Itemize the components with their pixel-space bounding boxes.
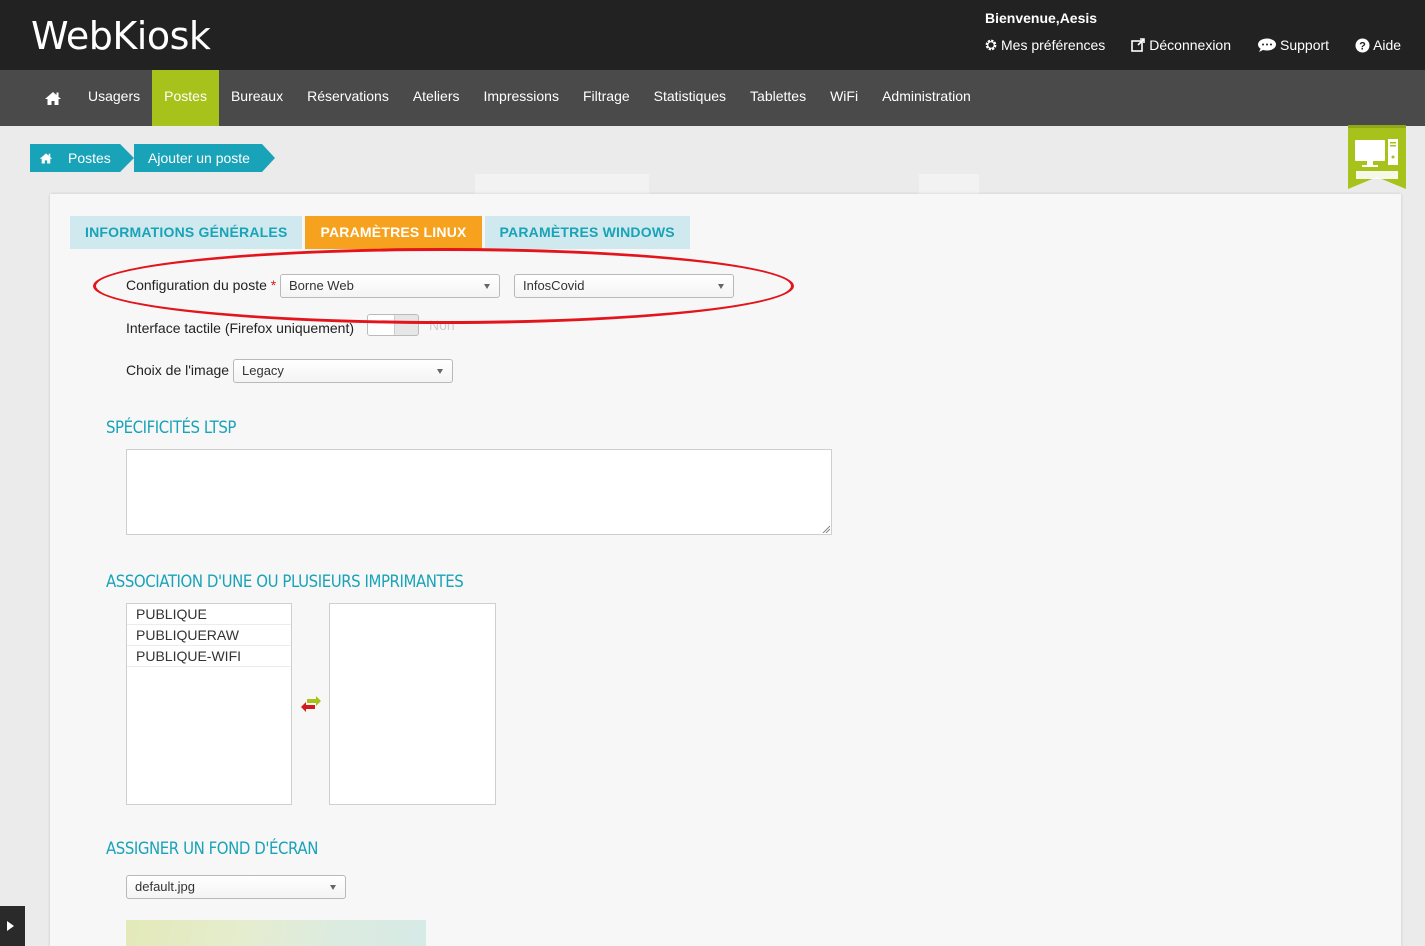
- section-ltsp: Spécificités LTSP: [106, 418, 237, 438]
- chevron-down-icon: [437, 369, 443, 374]
- support-link[interactable]: Support: [1257, 37, 1329, 53]
- nav-item-statistiques[interactable]: Statistiques: [642, 70, 738, 126]
- required-marker: *: [270, 277, 277, 293]
- chevron-down-icon: [330, 885, 336, 890]
- list-item[interactable]: PUBLIQUE-WIFI: [127, 646, 291, 667]
- tab-general[interactable]: INFORMATIONS GÉNÉRALES: [70, 216, 303, 249]
- breadcrumb: Postes Ajouter un poste: [30, 144, 275, 172]
- nav-item-bureaux[interactable]: Bureaux: [219, 70, 295, 126]
- support-label: Support: [1280, 37, 1330, 53]
- nav-item-impressions[interactable]: Impressions: [472, 70, 571, 126]
- breadcrumb-current: Ajouter un poste: [120, 144, 275, 172]
- nav-item-tablettes[interactable]: Tablettes: [738, 70, 818, 126]
- config-label: Configuration du poste *: [126, 277, 276, 293]
- gear-icon: [985, 39, 997, 51]
- nav-item-reservations[interactable]: Réservations: [295, 70, 401, 126]
- svg-text:?: ?: [1359, 40, 1366, 52]
- config-select-2-value: InfosCovid: [523, 278, 585, 293]
- config-select-1-value: Borne Web: [289, 278, 354, 293]
- nav-items: Usagers Postes Bureaux Réservations Atel…: [76, 70, 983, 126]
- help-label: Aide: [1373, 37, 1402, 53]
- chevron-down-icon: [718, 284, 724, 289]
- list-item[interactable]: PUBLIQUE: [127, 604, 291, 625]
- logout-label: Déconnexion: [1149, 37, 1232, 53]
- external-link-icon: [1131, 38, 1146, 52]
- swap-arrows-icon[interactable]: [301, 696, 321, 712]
- section-printers: Association d'une ou plusieurs imprimant…: [106, 572, 464, 592]
- nav-item-filtrage[interactable]: Filtrage: [571, 70, 642, 126]
- image-select-value: Legacy: [242, 363, 284, 378]
- available-printers-list[interactable]: PUBLIQUE PUBLIQUERAW PUBLIQUE-WIFI: [126, 603, 292, 805]
- nav-item-usagers[interactable]: Usagers: [76, 70, 152, 126]
- image-label: Choix de l'image: [126, 362, 230, 378]
- section-wallpaper: Assigner un fond d'écran: [106, 839, 318, 859]
- tab-bar: INFORMATIONS GÉNÉRALES PARAMÈTRES LINUX …: [70, 216, 690, 249]
- computer-ribbon-icon: [1348, 125, 1406, 189]
- config-label-text: Configuration du poste: [126, 277, 267, 293]
- main-nav: Usagers Postes Bureaux Réservations Atel…: [0, 70, 1425, 126]
- breadcrumb-home[interactable]: Postes: [30, 144, 133, 172]
- placeholder-strip: [919, 174, 979, 194]
- user-links: Mes préférences Déconnexion Support ? Ai…: [984, 37, 1401, 53]
- nav-item-administration[interactable]: Administration: [870, 70, 983, 126]
- wallpaper-preview: [126, 920, 426, 946]
- wallpaper-select-value: default.jpg: [135, 879, 195, 894]
- assigned-printers-list[interactable]: [329, 603, 496, 805]
- touch-toggle[interactable]: [367, 314, 419, 336]
- config-select-2[interactable]: InfosCovid: [514, 274, 734, 298]
- touch-label: Interface tactile (Firefox uniquement): [126, 320, 354, 336]
- toggle-knob: [368, 315, 395, 335]
- placeholder-strip: [475, 174, 649, 194]
- touch-state: Non: [429, 317, 455, 333]
- ltsp-textarea[interactable]: [126, 449, 832, 535]
- main-panel: INFORMATIONS GÉNÉRALES PARAMÈTRES LINUX …: [50, 194, 1401, 946]
- help-icon: ?: [1355, 38, 1370, 52]
- resize-handle-icon[interactable]: [822, 525, 830, 533]
- tab-linux[interactable]: PARAMÈTRES LINUX: [305, 216, 482, 249]
- logout-link[interactable]: Déconnexion: [1131, 37, 1231, 53]
- nav-item-ateliers[interactable]: Ateliers: [401, 70, 472, 126]
- chevron-down-icon: [484, 284, 490, 289]
- list-item[interactable]: PUBLIQUERAW: [127, 625, 291, 646]
- home-icon[interactable]: [43, 89, 63, 107]
- welcome-text: Bienvenue,Aesis: [985, 10, 1098, 26]
- side-panel-toggle[interactable]: [0, 906, 25, 946]
- preferences-label: Mes préférences: [1001, 37, 1106, 53]
- help-link[interactable]: ? Aide: [1355, 37, 1401, 53]
- home-icon: [39, 153, 53, 164]
- breadcrumb-home-label: Postes: [68, 150, 111, 166]
- app-logo[interactable]: WebKiosk: [31, 14, 211, 58]
- preferences-link[interactable]: Mes préférences: [984, 37, 1105, 53]
- top-bar: WebKiosk Bienvenue,Aesis Mes préférences…: [0, 0, 1425, 70]
- chat-icon: [1258, 38, 1277, 52]
- nav-item-postes[interactable]: Postes: [152, 70, 219, 126]
- wallpaper-select[interactable]: default.jpg: [126, 875, 346, 899]
- nav-item-wifi[interactable]: WiFi: [818, 70, 870, 126]
- image-select[interactable]: Legacy: [233, 359, 453, 383]
- tab-windows[interactable]: PARAMÈTRES WINDOWS: [484, 216, 690, 249]
- breadcrumb-current-label: Ajouter un poste: [148, 150, 250, 166]
- config-select-1[interactable]: Borne Web: [280, 274, 500, 298]
